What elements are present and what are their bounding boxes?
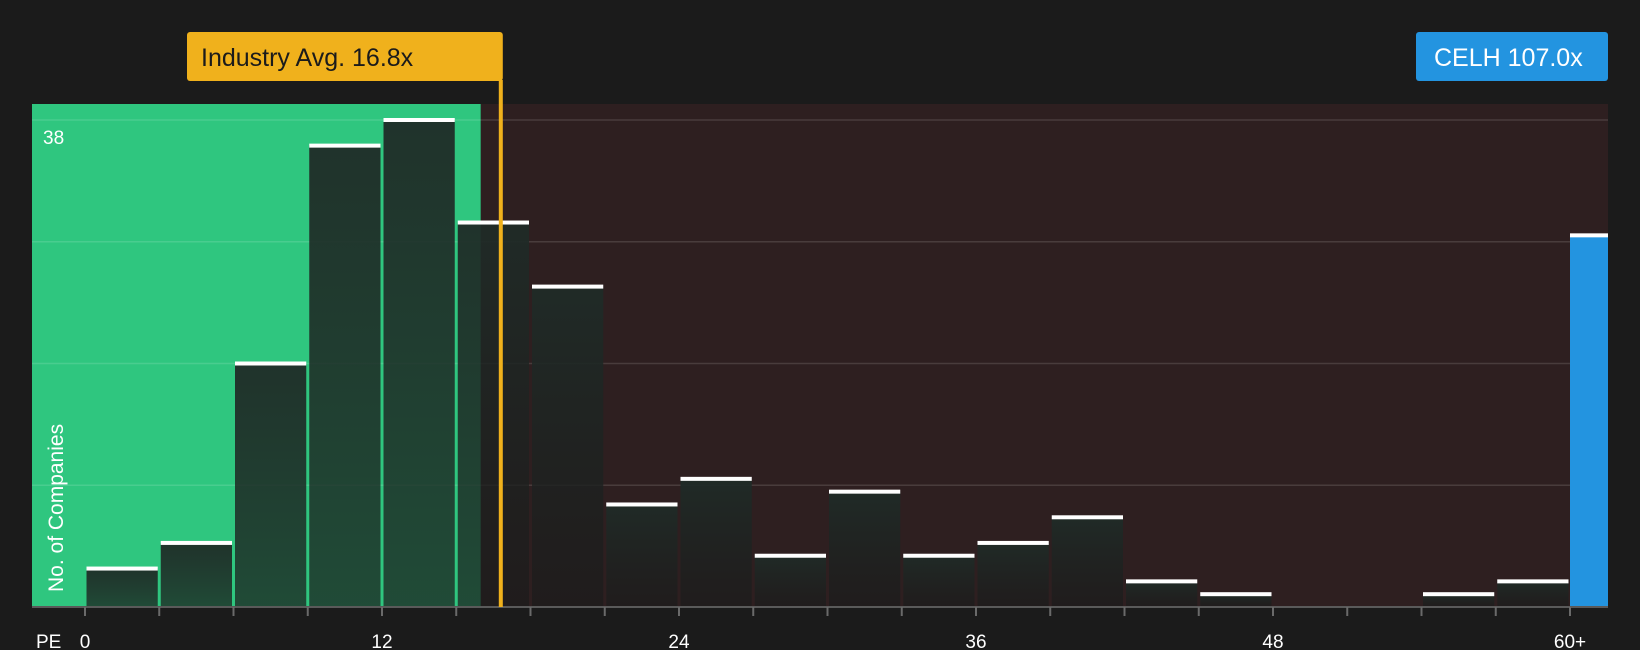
histogram-bar-cap: [1051, 515, 1123, 520]
histogram-bar-cap: [160, 540, 232, 545]
histogram-bar: [309, 145, 381, 607]
histogram-bar: [606, 504, 678, 607]
histogram-bar-cap: [309, 143, 381, 148]
pe-distribution-chart: 0 12 24 36 48 60+ Industry Avg. 16.8x CELH 10…: [0, 0, 1640, 650]
histogram-bar-cap: [1423, 592, 1495, 597]
histogram-bar-cap: [1200, 592, 1272, 597]
y-max-tick-label: 38: [43, 128, 64, 149]
histogram-bar: [235, 363, 307, 607]
celh-label: CELH 107.0x: [1434, 44, 1583, 72]
x-tick-label: 12: [371, 632, 392, 650]
histogram-bar-cap: [680, 476, 752, 481]
histogram-bar-cap: [903, 553, 975, 558]
histogram-bar: [754, 555, 826, 607]
histogram-bar: [457, 222, 529, 608]
x-tick-label: 24: [668, 632, 690, 650]
histogram-bar: [86, 568, 158, 607]
histogram-bar: [532, 286, 604, 607]
histogram-bar-cap: [754, 553, 826, 558]
x-tick-label: 48: [1262, 632, 1283, 650]
industry-average-label: Industry Avg. 16.8x: [201, 44, 414, 72]
x-tick-label: 36: [965, 632, 986, 650]
histogram-bar-cap: [235, 361, 307, 366]
histogram-bar: [1497, 581, 1569, 607]
histogram-bar: [977, 542, 1049, 607]
histogram-bar: [903, 555, 975, 607]
histogram-bar-cap: [457, 220, 529, 225]
x-axis-label: PE: [36, 632, 61, 650]
x-tick-label: 0: [80, 632, 91, 650]
histogram-bar: [160, 542, 232, 607]
histogram-bar-cap: [1126, 579, 1198, 584]
histogram-bar-cap: [829, 489, 901, 494]
industry-average-line: [498, 80, 503, 607]
histogram-bar: [829, 491, 901, 607]
histogram-bar-cap: [86, 566, 158, 571]
celh-highlight-bar: [1570, 235, 1608, 607]
histogram-bar-cap: [383, 118, 455, 122]
celh-highlight-bar-cap: [1570, 233, 1608, 238]
histogram-bar-cap: [1497, 579, 1569, 584]
y-axis-label: No. of Companies: [45, 424, 68, 592]
histogram-bar: [383, 120, 455, 607]
histogram-bar: [680, 478, 752, 607]
histogram-bar-cap: [977, 540, 1049, 545]
histogram-bar: [1051, 517, 1123, 607]
histogram-bar: [1126, 581, 1198, 607]
x-tick-label: 60+: [1554, 632, 1586, 650]
histogram-bar-cap: [532, 284, 604, 289]
histogram-bar-cap: [606, 502, 678, 507]
